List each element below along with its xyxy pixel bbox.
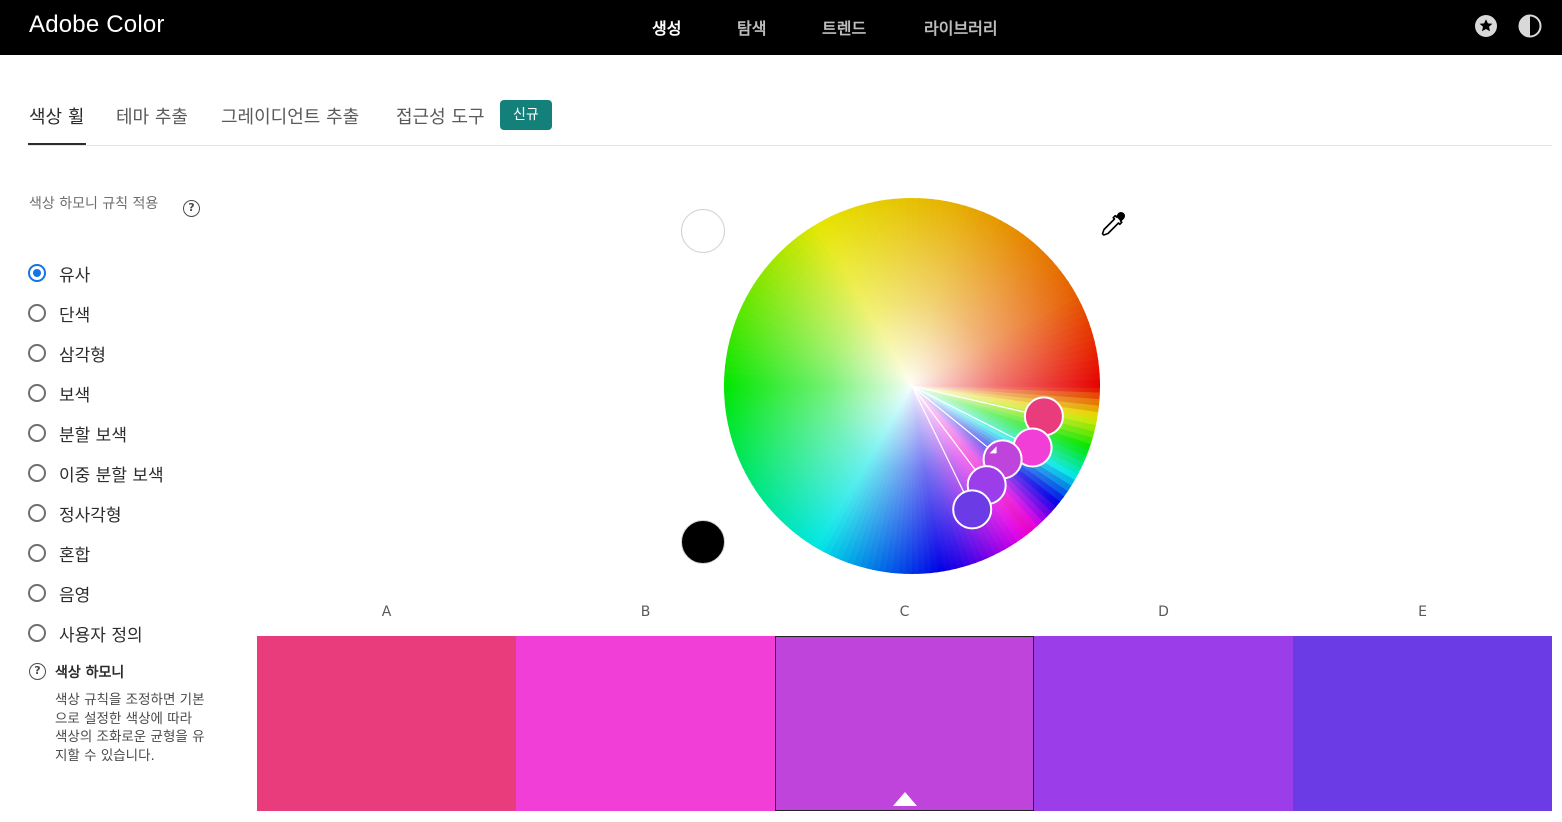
color-handle[interactable] bbox=[952, 489, 993, 530]
rule-shades[interactable]: 음영 bbox=[28, 578, 228, 618]
rule-label: 단색 bbox=[59, 306, 91, 326]
swatch-label-c: C bbox=[899, 604, 910, 620]
radio-button[interactable] bbox=[28, 384, 46, 402]
radio-button[interactable] bbox=[28, 344, 46, 362]
rule-label: 삼각형 bbox=[59, 346, 106, 366]
rule-complementary[interactable]: 보색 bbox=[28, 378, 228, 418]
top-bar: Adobe Color 생성 탐색 트렌드 라이브러리 bbox=[0, 0, 1562, 55]
radio-button[interactable] bbox=[28, 464, 46, 482]
swatch-label-d: D bbox=[1158, 604, 1169, 620]
swatch-labels: A B C D E bbox=[257, 604, 1552, 624]
swatch-label-e: E bbox=[1418, 604, 1427, 620]
tab-color-wheel[interactable]: 색상 휠 bbox=[29, 103, 84, 129]
selected-swatch-indicator bbox=[893, 792, 917, 806]
new-badge: 신규 bbox=[500, 100, 552, 130]
swatch-c[interactable] bbox=[775, 636, 1034, 811]
rule-label: 이중 분할 보색 bbox=[59, 466, 164, 486]
swatch-d[interactable] bbox=[1034, 636, 1293, 811]
rule-label: 혼합 bbox=[59, 546, 91, 566]
dark-mode-icon[interactable] bbox=[1518, 14, 1542, 38]
radio-button[interactable] bbox=[28, 304, 46, 322]
rule-triad[interactable]: 삼각형 bbox=[28, 338, 228, 378]
harmony-rule-list: 유사 단색 삼각형 보색 분할 보색 이중 분할 보색 정사각형 혼합 음영 사… bbox=[28, 258, 228, 658]
nav-explore[interactable]: 탐색 bbox=[737, 15, 766, 39]
radio-button[interactable] bbox=[28, 504, 46, 522]
info-description: 색상 규칙을 조정하면 기본으로 설정한 색상에 따라 색상의 조화로운 균형을… bbox=[55, 692, 205, 764]
nav-create[interactable]: 생성 bbox=[652, 15, 681, 39]
radio-button[interactable] bbox=[28, 624, 46, 642]
swatch-a[interactable] bbox=[257, 636, 516, 811]
nav-libraries[interactable]: 라이브러리 bbox=[924, 15, 998, 39]
harmony-rule-title: 색상 하모니 규칙 적용 bbox=[29, 196, 159, 212]
rule-split-complementary[interactable]: 분할 보색 bbox=[28, 418, 228, 458]
radio-button[interactable] bbox=[28, 544, 46, 562]
color-wheel[interactable] bbox=[660, 190, 1160, 580]
tab-extract-theme[interactable]: 테마 추출 bbox=[116, 103, 188, 129]
rule-analogous[interactable]: 유사 bbox=[28, 258, 228, 298]
radio-button[interactable] bbox=[28, 584, 46, 602]
swatch-e[interactable] bbox=[1293, 636, 1552, 811]
rule-label: 정사각형 bbox=[59, 506, 122, 526]
rule-label: 보색 bbox=[59, 386, 91, 406]
rule-label: 분할 보색 bbox=[59, 426, 127, 446]
info-help-icon: ? bbox=[29, 663, 46, 680]
tab-extract-gradient[interactable]: 그레이디언트 추출 bbox=[221, 103, 359, 129]
swatch-strip bbox=[257, 636, 1552, 811]
star-icon[interactable] bbox=[1474, 14, 1498, 38]
main-nav: 생성 탐색 트렌드 라이브러리 bbox=[0, 15, 1562, 39]
eyedropper-icon[interactable] bbox=[1097, 209, 1129, 241]
rule-label: 사용자 정의 bbox=[59, 626, 143, 646]
rule-label: 유사 bbox=[59, 266, 91, 286]
nav-trends[interactable]: 트렌드 bbox=[822, 15, 866, 39]
swatch-label-b: B bbox=[640, 604, 651, 620]
rule-monochromatic[interactable]: 단색 bbox=[28, 298, 228, 338]
rule-custom[interactable]: 사용자 정의 bbox=[28, 618, 228, 658]
rule-square[interactable]: 정사각형 bbox=[28, 498, 228, 538]
rule-compound[interactable]: 혼합 bbox=[28, 538, 228, 578]
help-icon[interactable]: ? bbox=[183, 200, 200, 217]
radio-button[interactable] bbox=[28, 264, 46, 282]
active-tab-indicator bbox=[28, 143, 86, 145]
info-title: 색상 하모니 bbox=[55, 665, 125, 681]
tool-tabs: 색상 휠 테마 추출 그레이디언트 추출 접근성 도구 신규 bbox=[28, 95, 1552, 146]
radio-button[interactable] bbox=[28, 424, 46, 442]
rule-double-split-complementary[interactable]: 이중 분할 보색 bbox=[28, 458, 228, 498]
rule-label: 음영 bbox=[59, 586, 91, 606]
tab-accessibility-tools[interactable]: 접근성 도구 bbox=[396, 103, 485, 129]
swatch-label-a: A bbox=[381, 604, 392, 620]
swatch-b[interactable] bbox=[516, 636, 775, 811]
